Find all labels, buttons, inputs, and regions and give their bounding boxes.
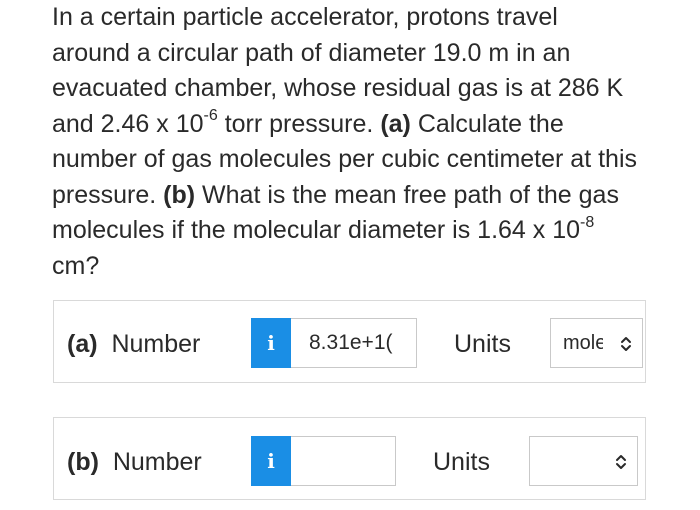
number-input-a[interactable]: 8.31e+1( [291, 318, 417, 368]
question-fragment: and 2.46 x 10 [52, 109, 204, 138]
part-marker: (a) [380, 109, 411, 138]
units-label-b: Units [433, 448, 490, 476]
units-select-a[interactable]: mole [550, 318, 643, 368]
number-input-b[interactable] [291, 436, 396, 486]
chevron-updown-icon [616, 455, 626, 469]
part-a-label: (a) Number [67, 330, 200, 359]
question-line: pressure. (b) What is the mean free path… [52, 178, 672, 214]
question-line: In a certain particle accelerator, proto… [52, 3, 558, 31]
question-line: cm? [52, 251, 100, 280]
question-fragment: pressure. [52, 180, 164, 209]
part-a-tag: (a) [67, 330, 98, 358]
units-label-a: Units [454, 330, 511, 358]
question-text: In a certain particle accelerator, proto… [52, 0, 672, 284]
question-fragment: molecules if the molecular diameter is 1… [52, 216, 581, 244]
units-select-value: mole [563, 332, 603, 354]
part-marker: (b) [163, 180, 196, 209]
question-line: around a circular path of diameter 19.0 … [52, 38, 571, 67]
question-line: molecules if the molecular diameter is 1… [52, 213, 672, 249]
question-fragment: Calculate the [410, 109, 564, 138]
question-line: number of gas molecules per cubic centim… [52, 145, 637, 173]
part-b-tag: (b) [67, 448, 99, 476]
question-fragment: What is the mean free path of the gas [195, 180, 619, 209]
answer-box-a: (a) Number i 8.31e+1( Units mole [53, 300, 646, 383]
number-label: Number [111, 330, 201, 358]
number-label: Number [112, 448, 202, 476]
answer-box-b: (b) Number i Units [53, 417, 646, 500]
part-b-label: (b) Number [67, 448, 202, 477]
chevron-updown-icon [621, 337, 631, 351]
question-fragment: torr pressure. [217, 109, 381, 138]
question-line: and 2.46 x 10-6 torr pressure. (a) Calcu… [52, 107, 672, 143]
info-icon[interactable]: i [251, 436, 291, 486]
exponent: -6 [203, 107, 218, 125]
exponent: -8 [580, 213, 595, 231]
units-select-b[interactable] [529, 436, 638, 486]
info-icon[interactable]: i [251, 318, 291, 368]
question-line: evacuated chamber, whose residual gas is… [52, 74, 624, 102]
